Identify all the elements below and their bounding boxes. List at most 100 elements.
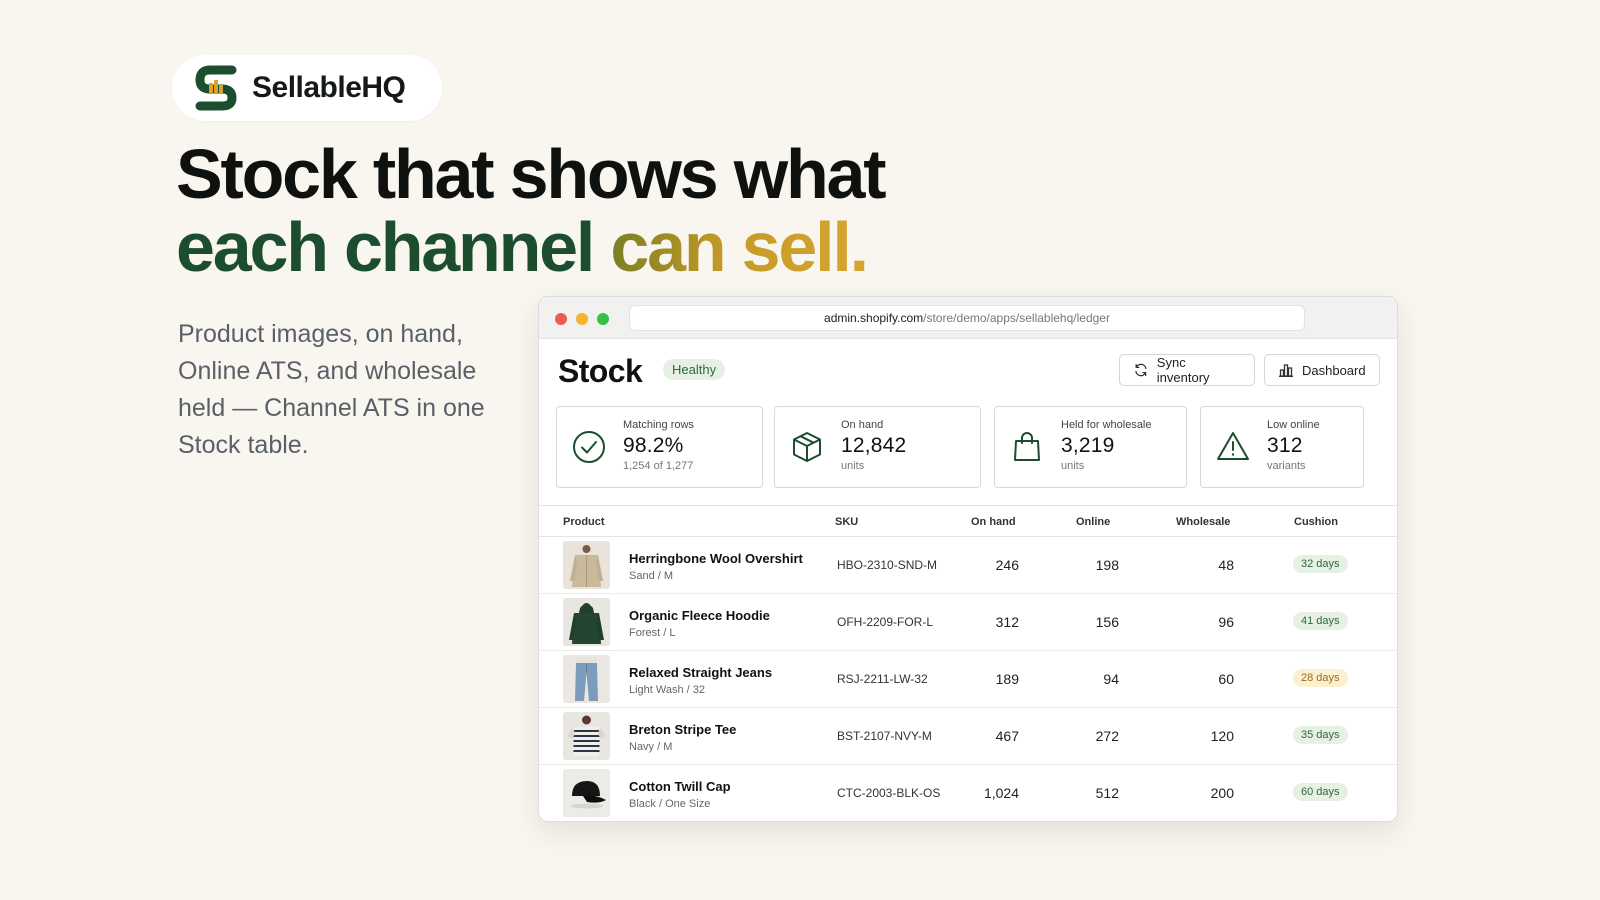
on-hand-value: 467: [995, 728, 1019, 744]
close-window-dot[interactable]: [555, 313, 567, 325]
kpi-label: Low online: [1267, 419, 1320, 431]
headline: Stock that shows what each channel can s…: [176, 135, 887, 284]
sku-value: HBO-2310-SND-M: [837, 558, 938, 572]
cushion-badge: 60 days: [1293, 783, 1348, 801]
online-value: 272: [1095, 728, 1119, 744]
kpi-sub: units: [841, 460, 865, 472]
table-row[interactable]: Cotton Twill Cap Black / One Size CTC-20…: [539, 765, 1397, 821]
url-host: admin.shopify.com: [824, 311, 924, 325]
sync-inventory-button[interactable]: Sync inventory: [1119, 354, 1255, 386]
cushion-badge: 28 days: [1293, 669, 1348, 687]
kpi-card-matching-rows: Matching rows 98.2% 1,254 of 1,277: [556, 406, 763, 488]
product-image-stripe-tee: [563, 712, 610, 760]
product-name[interactable]: Organic Fleece Hoodie: [629, 608, 770, 623]
browser-titlebar: admin.shopify.com/store/demo/apps/sellab…: [539, 297, 1397, 339]
shopping-bag-icon: [1014, 432, 1040, 461]
sku-value: BST-2107-NVY-M: [837, 729, 932, 743]
product-image-hoodie: [563, 598, 610, 646]
product-image-overshirt: [563, 541, 610, 589]
table-row[interactable]: Relaxed Straight Jeans Light Wash / 32 R…: [539, 651, 1397, 708]
column-header-wholesale[interactable]: Wholesale: [1176, 516, 1230, 528]
subcopy: Product images, on hand, Online ATS, and…: [178, 320, 485, 459]
product-image-jeans: [563, 655, 610, 703]
online-value: 156: [1095, 614, 1119, 630]
kpi-sub: units: [1061, 460, 1085, 472]
minimize-window-dot[interactable]: [576, 313, 588, 325]
kpi-card-low-online: Low online 312 variants: [1200, 406, 1364, 488]
kpi-sub: variants: [1267, 460, 1306, 472]
kpi-label: Held for wholesale: [1061, 419, 1152, 431]
browser-window: admin.shopify.com/store/demo/apps/sellab…: [538, 296, 1398, 822]
cushion-badge: 32 days: [1293, 555, 1348, 573]
maximize-window-dot[interactable]: [597, 313, 609, 325]
kpi-value: 312: [1267, 434, 1303, 457]
product-variant: Sand / M: [629, 570, 674, 582]
table-row[interactable]: Herringbone Wool Overshirt Sand / M HBO-…: [539, 537, 1397, 594]
column-header-product[interactable]: Product: [563, 516, 605, 528]
headline-gold-text: can sell.: [610, 208, 869, 286]
kpi-label: Matching rows: [623, 419, 694, 431]
kpi-text: On hand 12,842 units: [841, 419, 906, 472]
check-circle-icon: [573, 431, 605, 463]
product-name[interactable]: Breton Stripe Tee: [629, 722, 736, 737]
kpi-sub: 1,254 of 1,277: [623, 460, 694, 472]
url-path: /store/demo/apps/sellablehq/ledger: [923, 311, 1110, 325]
sellablehq-logo-icon: [195, 65, 237, 111]
kpi-row: Matching rows 98.2% 1,254 of 1,277 On ha…: [556, 406, 1384, 488]
online-value: 94: [1103, 671, 1119, 687]
kpi-text: Held for wholesale 3,219 units: [1061, 419, 1152, 472]
on-hand-value: 189: [995, 671, 1019, 687]
warning-icon: [1217, 432, 1249, 460]
kpi-value: 12,842: [841, 434, 907, 457]
cushion-badge: 41 days: [1293, 612, 1348, 630]
kpi-text: Matching rows 98.2% 1,254 of 1,277: [623, 419, 694, 472]
brand-pill: SellableHQ: [172, 55, 442, 121]
headline-green-text: each channel: [176, 208, 595, 286]
status-badge: Healthy: [663, 359, 726, 380]
product-name[interactable]: Herringbone Wool Overshirt: [629, 551, 803, 566]
dashboard-button[interactable]: Dashboard: [1264, 354, 1380, 386]
table-row[interactable]: Organic Fleece Hoodie Forest / L OFH-220…: [539, 594, 1397, 651]
product-name[interactable]: Cotton Twill Cap: [629, 779, 731, 794]
wholesale-value: 60: [1218, 671, 1234, 687]
product-variant: Forest / L: [629, 627, 676, 639]
on-hand-value: 312: [995, 614, 1019, 630]
table-row[interactable]: Breton Stripe Tee Navy / M BST-2107-NVY-…: [539, 708, 1397, 765]
kpi-value: 98.2%: [623, 434, 684, 457]
sku-value: OFH-2209-FOR-L: [837, 615, 934, 629]
brand-name: SellableHQ: [252, 71, 406, 104]
product-variant: Navy / M: [629, 741, 673, 753]
on-hand-value: 1,024: [983, 785, 1019, 801]
wholesale-value: 200: [1210, 785, 1234, 801]
sku-value: CTC-2003-BLK-OS: [837, 786, 941, 800]
wholesale-value: 48: [1218, 557, 1234, 573]
bar-chart-icon: [1279, 364, 1293, 377]
product-name[interactable]: Relaxed Straight Jeans: [629, 665, 772, 680]
sync-inventory-label: Sync inventory: [1156, 355, 1210, 385]
column-header-online[interactable]: Online: [1076, 516, 1110, 528]
refresh-icon: [1135, 363, 1147, 377]
on-hand-value: 246: [995, 557, 1019, 573]
online-value: 198: [1095, 557, 1119, 573]
dashboard-label: Dashboard: [1302, 362, 1366, 378]
kpi-label: On hand: [841, 419, 884, 431]
online-value: 512: [1095, 785, 1119, 801]
kpi-text: Low online 312 variants: [1267, 419, 1320, 472]
kpi-value: 3,219: [1061, 434, 1115, 457]
wholesale-value: 96: [1218, 614, 1234, 630]
cushion-badge: 35 days: [1293, 726, 1348, 744]
stock-table: Product SKU On hand Online Wholesale Cus…: [539, 505, 1397, 821]
kpi-card-on-hand: On hand 12,842 units: [774, 406, 981, 488]
headline-line2: each channel can sell.: [176, 211, 884, 284]
column-header-on-hand[interactable]: On hand: [971, 516, 1016, 528]
address-bar[interactable]: admin.shopify.com/store/demo/apps/sellab…: [629, 305, 1305, 331]
box-icon: [793, 432, 821, 462]
headline-line1: Stock that shows what: [176, 135, 887, 213]
sku-value: RSJ-2211-LW-32: [837, 672, 928, 686]
column-header-cushion[interactable]: Cushion: [1294, 516, 1338, 528]
column-header-sku[interactable]: SKU: [835, 516, 858, 528]
product-image-cap: [563, 769, 610, 817]
table-header: Product SKU On hand Online Wholesale Cus…: [539, 505, 1397, 537]
wholesale-value: 120: [1210, 728, 1234, 744]
product-variant: Black / One Size: [629, 798, 711, 810]
